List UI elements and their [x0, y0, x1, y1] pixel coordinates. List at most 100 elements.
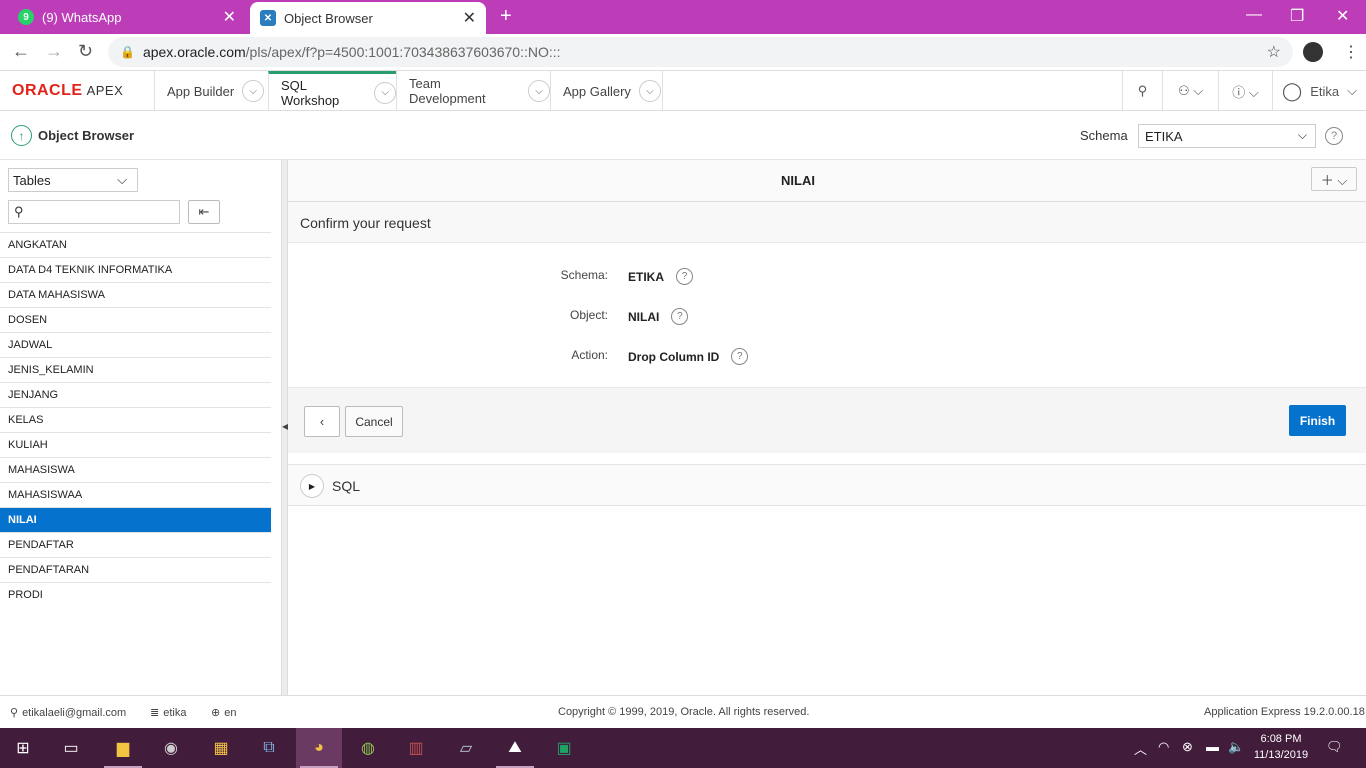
object-type-value: Tables — [13, 173, 51, 188]
restore-icon[interactable]: ❐ — [1290, 6, 1304, 26]
windows-taskbar: ⊞ ▭ ▆ ◉ ▦ ⧉ ◕ ◍ ▥ ▱ ⛰ ▣ ︿ ◠ ⊗ ▬ 🔈 6:08 P… — [0, 728, 1366, 768]
windows-start-icon[interactable]: ⊞ — [0, 728, 46, 768]
wifi-icon[interactable]: ◠ — [1158, 739, 1169, 755]
help-icon[interactable]: ⓘ ⌵ — [1218, 71, 1272, 111]
url-host: apex.oracle.com — [142, 44, 246, 60]
footer-user: ⚲ etikalaeli@gmail.com — [10, 706, 127, 720]
nav-sql-workshop[interactable]: SQL Workshop ⌵ — [268, 71, 396, 111]
object-list-item[interactable]: PRODI — [0, 582, 271, 607]
chrome-icon[interactable]: ◕ — [296, 728, 342, 768]
notes-icon[interactable]: ▱ — [443, 728, 489, 768]
sql-region-title[interactable]: SQL — [332, 478, 360, 494]
url-path: /pls/apex/f?p=4500:1001:703438637603670:… — [245, 44, 561, 60]
logo-oracle: ORACLE — [12, 82, 83, 99]
schema-select[interactable]: ETIKA ⌵ — [1138, 124, 1316, 148]
excel-icon[interactable]: ▣ — [541, 728, 587, 768]
create-button[interactable]: ＋ ⌵ — [1311, 167, 1357, 191]
tab-whatsapp[interactable]: 9 (9) WhatsApp ✕ — [8, 0, 246, 34]
android-studio-icon[interactable]: ◍ — [345, 728, 391, 768]
profile-avatar[interactable] — [1303, 42, 1323, 62]
previous-button[interactable]: ‹ — [304, 406, 340, 437]
task-view-icon[interactable]: ▭ — [48, 728, 94, 768]
new-tab-icon[interactable]: + — [500, 5, 512, 28]
chevron-down-icon[interactable]: ⌵ — [242, 80, 265, 102]
back-icon[interactable]: ← — [12, 41, 30, 62]
close-window-icon[interactable]: ✕ — [1336, 6, 1349, 26]
object-list-item[interactable]: ANGKATAN — [0, 232, 271, 257]
object-list-item[interactable]: PENDAFTAR — [0, 532, 271, 557]
nav-app-gallery[interactable]: App Gallery ⌵ — [550, 71, 663, 111]
system-clock[interactable]: 6:08 PM 11/13/2019 — [1246, 731, 1316, 763]
object-list-item[interactable]: KULIAH — [0, 432, 271, 457]
object-type-select[interactable]: Tables ⌵ — [8, 168, 138, 192]
field-row-object: Object: NILAI? — [288, 305, 1366, 325]
tab-object-browser[interactable]: ✕ Object Browser ✕ — [250, 2, 486, 34]
help-icon[interactable]: ? — [676, 268, 693, 285]
page-bar: ↑ Object Browser Schema ETIKA ⌵ ? — [0, 111, 1366, 160]
field-row-action: Action: Drop Column ID? — [288, 345, 1366, 365]
chevron-down-icon[interactable]: ⌵ — [638, 80, 661, 102]
search-icon[interactable]: ⚲ — [1122, 71, 1162, 111]
reset-search-button[interactable]: ⇤ — [188, 200, 220, 224]
object-list-item[interactable]: MAHASISWA — [0, 457, 271, 482]
close-icon[interactable]: ✕ — [463, 8, 476, 28]
footer-email: etikalaeli@gmail.com — [22, 706, 127, 719]
panel-splitter[interactable]: ◀ — [281, 160, 288, 695]
close-icon[interactable]: ✕ — [223, 7, 236, 27]
object-search-input[interactable]: ⚲ — [8, 200, 180, 224]
object-list-item[interactable]: DOSEN — [0, 307, 271, 332]
url-input[interactable]: 🔒 apex.oracle.com/pls/apex/f?p=4500:1001… — [108, 37, 1293, 67]
network-app-icon[interactable]: ⧉ — [246, 728, 292, 768]
minimize-icon[interactable]: — — [1246, 6, 1262, 24]
forward-icon[interactable]: → — [45, 41, 63, 62]
finish-button[interactable]: Finish — [1289, 405, 1346, 436]
help-icon[interactable]: ? — [671, 308, 689, 325]
up-arrow-icon[interactable]: ↑ — [11, 125, 32, 146]
chevron-down-icon[interactable]: ⌵ — [374, 81, 396, 104]
object-header: NILAI ＋ ⌵ — [288, 160, 1366, 202]
menu-icon[interactable]: ⋮ — [1343, 42, 1359, 62]
eclipse-icon[interactable]: ◉ — [148, 728, 194, 768]
object-list-item[interactable]: MAHASISWAA — [0, 482, 271, 507]
chevron-down-icon[interactable]: ⌵ — [528, 80, 550, 102]
object-list-item[interactable]: DATA MAHASISWA — [0, 282, 271, 307]
sql-region: ▶ SQL — [288, 464, 1366, 506]
footer-language[interactable]: ⊕ en — [211, 706, 237, 720]
file-explorer-icon[interactable]: ▆ — [100, 728, 146, 768]
nav-app-builder[interactable]: App Builder ⌵ — [154, 71, 268, 111]
object-list-item[interactable]: JENJANG — [0, 382, 271, 407]
administration-icon[interactable]: ⚇ ⌵ — [1162, 71, 1218, 111]
cancel-button[interactable]: Cancel — [345, 406, 403, 437]
nav-label: Team Development — [409, 76, 486, 106]
user-menu[interactable]: ◯ Etika ⌵ — [1272, 71, 1366, 111]
help-icon[interactable]: ? — [1325, 127, 1343, 145]
battery-icon[interactable]: ▬ — [1206, 739, 1219, 754]
object-list-item[interactable]: PENDAFTARAN — [0, 557, 271, 582]
winrar-icon[interactable]: ▥ — [393, 728, 439, 768]
oracle-apex-logo[interactable]: ORACLE APEX — [12, 82, 123, 100]
notifications-icon[interactable]: 🗨 — [1326, 739, 1343, 755]
reload-icon[interactable]: ↻ — [78, 41, 93, 62]
footer-workspace: ≣ etika — [150, 706, 186, 720]
help-icon[interactable]: ? — [731, 348, 749, 365]
confirm-title: Confirm your request — [300, 215, 431, 231]
field-value: NILAI — [628, 309, 660, 324]
object-list-item[interactable]: JENIS_KELAMIN — [0, 357, 271, 382]
object-list-item[interactable]: JADWAL — [0, 332, 271, 357]
object-list-item[interactable]: KELAS — [0, 407, 271, 432]
network-error-icon[interactable]: ⊗ — [1182, 739, 1193, 755]
field-label: Action: — [571, 348, 608, 362]
app-icon[interactable]: ▦ — [198, 728, 244, 768]
object-list-item[interactable]: NILAI — [0, 507, 271, 532]
star-icon[interactable]: ☆ — [1267, 42, 1281, 62]
nav-team-development[interactable]: Team Development ⌵ — [396, 71, 550, 111]
photos-icon[interactable]: ⛰ — [492, 728, 538, 768]
expand-icon[interactable]: ▶ — [300, 474, 324, 498]
object-list: ANGKATAN DATA D4 TEKNIK INFORMATIKA DATA M… — [0, 232, 271, 607]
object-list-item[interactable]: DATA D4 TEKNIK INFORMATIKA — [0, 257, 271, 282]
page-footer: ⚲ etikalaeli@gmail.com ≣ etika ⊕ en Copyrig… — [0, 695, 1366, 728]
volume-icon[interactable]: 🔈 — [1228, 739, 1244, 755]
search-icon: ⚲ — [14, 204, 24, 219]
footer-language-code: en — [224, 706, 237, 719]
tray-chevron-icon[interactable]: ︿ — [1134, 739, 1147, 758]
